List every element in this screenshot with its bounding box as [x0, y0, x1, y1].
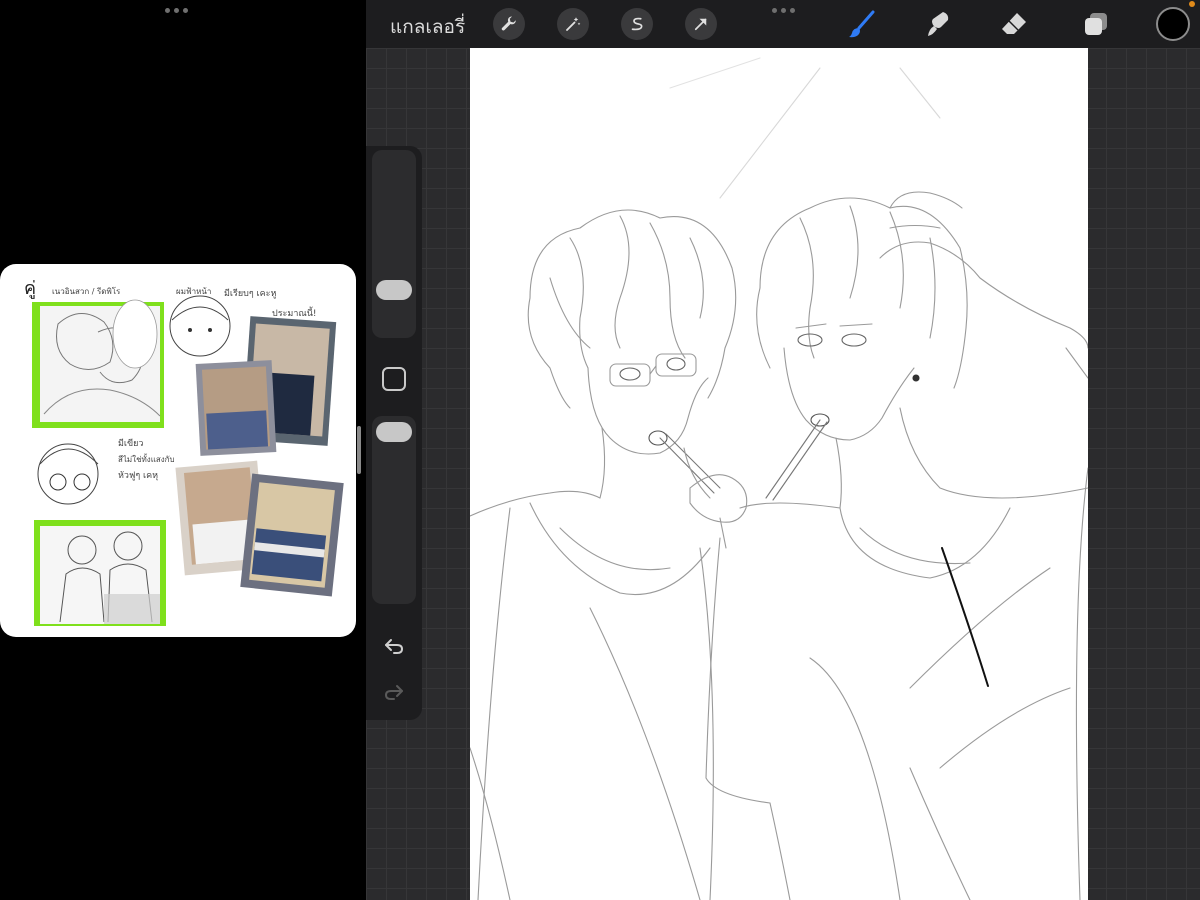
eraser-tool-button[interactable] [997, 7, 1031, 41]
undo-button[interactable] [380, 632, 408, 660]
multitask-handle-top[interactable] [772, 8, 795, 13]
gallery-button[interactable]: แกลเลอรี่ [390, 12, 465, 42]
eraser-icon [1002, 13, 1026, 34]
ref-subheading: เนวอินสวก / รีดพิโร [52, 286, 121, 296]
magic-wand-icon [566, 17, 581, 31]
ref-note-2: มีเรียบๆ เคะหู [224, 288, 276, 299]
ref-heading: คู่ [24, 278, 36, 299]
paint-tool-button[interactable] [845, 7, 879, 41]
reference-sheet-image: คู่ เนวอินสวก / รีดพิโร ผมฟ้าหน้า มีเรีย… [24, 278, 344, 626]
multitask-handle[interactable] [165, 8, 188, 13]
screen: คู่ เนวอินสวก / รีดพิโร ผมฟ้าหน้า มีเรีย… [0, 0, 1200, 900]
split-view-divider[interactable] [357, 426, 361, 474]
layers-button[interactable] [1079, 7, 1113, 41]
arrow-transform-icon [694, 18, 707, 31]
selection-button[interactable] [621, 8, 653, 40]
actions-button[interactable] [493, 8, 525, 40]
selection-s-icon [631, 17, 643, 31]
procreate-app: แกลเลอรี่ [366, 0, 1200, 900]
redo-button[interactable] [380, 678, 408, 706]
ref-note-5: สีไม่ใช่ทั้งแสงกับ [118, 453, 175, 464]
top-toolbar: แกลเลอรี่ [366, 0, 1200, 48]
redo-icon [384, 685, 403, 700]
transform-button[interactable] [685, 8, 717, 40]
brush-size-thumb[interactable] [376, 280, 412, 300]
undo-icon [385, 639, 404, 654]
drawing-canvas[interactable] [470, 48, 1088, 900]
adjustments-button[interactable] [557, 8, 589, 40]
wrench-icon [501, 16, 516, 31]
ref-note-3: ประมาณนี้! [272, 306, 316, 319]
brush-icon [849, 10, 875, 38]
brush-opacity-thumb[interactable] [376, 422, 412, 442]
smudge-icon [928, 12, 949, 36]
canvas-sketch [470, 57, 1088, 900]
layers-icon [1085, 13, 1107, 35]
brush-sidebar [366, 146, 422, 720]
privacy-indicator-dot [1189, 1, 1195, 7]
modify-button[interactable] [382, 367, 406, 391]
ref-note-4: มีเขียว [118, 438, 144, 449]
color-picker-button[interactable] [1156, 7, 1190, 41]
reference-image-card[interactable]: คู่ เนวอินสวก / รีดพิโร ผมฟ้าหน้า มีเรีย… [0, 264, 356, 637]
brush-opacity-slider[interactable] [372, 416, 416, 604]
ref-note-6: หัวฟูๆ เคหุ [118, 471, 158, 481]
smudge-tool-button[interactable] [921, 7, 955, 41]
brush-size-slider[interactable] [372, 150, 416, 338]
left-split-pane: คู่ เนวอินสวก / รีดพิโร ผมฟ้าหน้า มีเรีย… [0, 0, 366, 900]
ref-note-1: ผมฟ้าหน้า [176, 287, 211, 296]
